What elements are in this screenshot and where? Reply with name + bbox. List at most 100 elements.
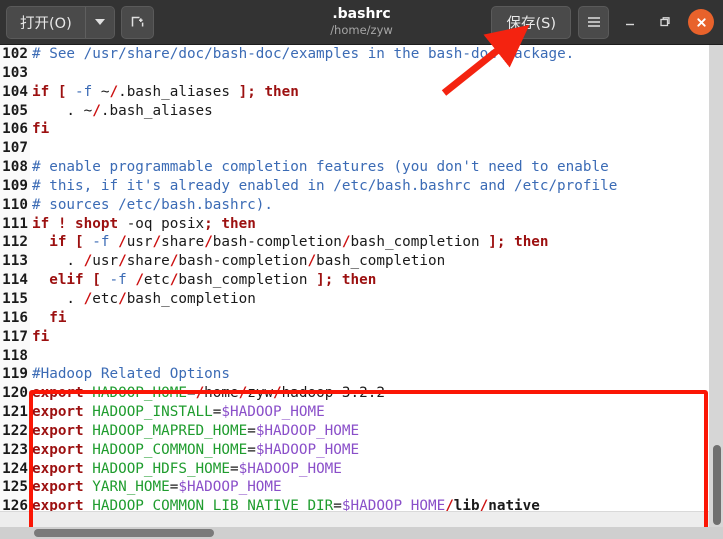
line-source[interactable]: . ~/.bash_aliases [30, 102, 212, 121]
line-source[interactable] [30, 139, 41, 158]
code-token: share [126, 253, 170, 270]
line-source[interactable]: fi [30, 328, 49, 347]
code-line[interactable]: 111 if ! shopt -oq posix; then [0, 214, 723, 234]
code-line[interactable]: 110 # sources /etc/bash.bashrc). [0, 195, 723, 215]
line-source[interactable] [30, 64, 41, 83]
line-source[interactable]: elif [ -f /etc/bash_completion ]; then [30, 271, 376, 290]
code-token: / [118, 253, 127, 270]
open-button-group[interactable]: 打开(O) [6, 5, 115, 39]
line-source[interactable]: # enable programmable completion feature… [30, 158, 609, 177]
code-line[interactable]: 119 #Hadoop Related Options [0, 365, 723, 385]
new-document-button[interactable] [120, 5, 154, 39]
code-token: [ [92, 272, 101, 289]
horizontal-scrollbar[interactable] [0, 527, 723, 539]
open-button[interactable]: 打开(O) [7, 6, 85, 38]
line-number: 115 [0, 289, 30, 309]
code-line[interactable]: 124 export HADOOP_HDFS_HOME=$HADOOP_HOME [0, 459, 723, 479]
line-source[interactable]: export HADOOP_HOME=/home/zyw/hadoop-3.2.… [30, 384, 385, 403]
line-number: 120 [0, 384, 30, 404]
open-recent-dropdown-button[interactable] [85, 6, 114, 38]
line-number: 113 [0, 252, 30, 272]
code-token: . [32, 290, 84, 307]
code-token: / [238, 385, 248, 402]
line-source[interactable]: # this, if it's already enabled in /etc/… [30, 177, 617, 196]
line-number: 111 [0, 214, 30, 234]
code-line[interactable]: 118 [0, 346, 723, 366]
code-line[interactable]: 112 if [ -f /usr/share/bash-completion/b… [0, 233, 723, 253]
code-token: -f [75, 83, 93, 100]
editor-bottom-margin [0, 511, 709, 527]
line-source[interactable]: export HADOOP_INSTALL=$HADOOP_HOME [30, 403, 325, 422]
line-source[interactable]: if [ -f ~/.bash_aliases ]; then [30, 83, 299, 102]
line-source[interactable] [30, 347, 41, 366]
line-number: 109 [0, 176, 30, 196]
source-code-view[interactable]: 102 # See /usr/share/doc/bash-doc/example… [0, 45, 723, 539]
code-line[interactable]: 125 export YARN_HOME=$HADOOP_HOME [0, 478, 723, 498]
minimize-button[interactable] [616, 8, 644, 36]
code-line[interactable]: 120 export HADOOP_HOME=/home/zyw/hadoop-3… [0, 384, 723, 404]
code-line[interactable]: 117 fi [0, 327, 723, 347]
text-editor-area[interactable]: 102 # See /usr/share/doc/bash-doc/example… [0, 45, 723, 539]
code-line[interactable]: 121 export HADOOP_INSTALL=$HADOOP_HOME [0, 403, 723, 422]
code-token: bash_completion [126, 290, 256, 307]
code-line[interactable]: 102 # See /usr/share/doc/bash-doc/example… [0, 45, 723, 64]
code-token: # See [32, 46, 84, 62]
line-number: 112 [0, 233, 30, 253]
code-token: / [83, 253, 93, 270]
code-token: share [161, 234, 205, 251]
line-number: 102 [0, 45, 30, 64]
code-token: HADOOP_MAPRED_HOME [92, 422, 248, 439]
code-token: / [273, 385, 282, 402]
save-button[interactable]: 保存(S) [491, 5, 571, 39]
code-token: ~ [92, 83, 110, 100]
code-token: if [32, 83, 50, 100]
line-source[interactable]: fi [30, 309, 66, 328]
code-line[interactable]: 105 . ~/.bash_aliases [0, 101, 723, 121]
code-line[interactable]: 103 [0, 63, 723, 83]
code-token: fi [49, 309, 67, 326]
code-line[interactable]: 104 if [ -f ~/.bash_aliases ]; then [0, 82, 723, 102]
line-source[interactable]: export HADOOP_COMMON_HOME=$HADOOP_HOME [30, 441, 359, 460]
code-token: $HADOOP_HOME [255, 441, 360, 458]
line-source[interactable]: fi [30, 120, 49, 139]
code-token: = [247, 441, 256, 458]
code-token: fi [32, 121, 50, 138]
code-token: / [92, 102, 101, 119]
code-line[interactable]: 108 # enable programmable completion feat… [0, 158, 723, 177]
code-line[interactable]: 114 elif [ -f /etc/bash_completion ]; th… [0, 271, 723, 290]
line-source[interactable]: export YARN_HOME=$HADOOP_HOME [30, 478, 282, 497]
code-line[interactable]: 122 export HADOOP_MAPRED_HOME=$HADOOP_HOM… [0, 421, 723, 441]
line-source[interactable]: # See /usr/share/doc/bash-doc/examples i… [30, 45, 574, 64]
code-line[interactable]: 115 . /etc/bash_completion [0, 289, 723, 309]
code-token: / [109, 83, 119, 100]
line-source[interactable]: export HADOOP_HDFS_HOME=$HADOOP_HOME [30, 460, 342, 479]
line-source[interactable]: # sources /etc/bash.bashrc). [30, 196, 273, 215]
line-source[interactable]: #Hadoop Related Options [30, 365, 230, 384]
horizontal-scrollbar-thumb[interactable] [34, 529, 214, 537]
close-button[interactable] [688, 9, 714, 35]
code-line[interactable]: 109 # this, if it's already enabled in /e… [0, 176, 723, 196]
main-menu-button[interactable] [578, 5, 609, 39]
code-token: HADOOP_HDFS_HOME [92, 460, 230, 477]
code-line[interactable]: 113 . /usr/share/bash-completion/bash_co… [0, 252, 723, 272]
code-token: / [195, 385, 205, 402]
code-token: export [32, 460, 84, 477]
code-line[interactable]: 123 export HADOOP_COMMON_HOME=$HADOOP_HOM… [0, 440, 723, 460]
line-source[interactable]: . /etc/bash_completion [30, 290, 256, 309]
maximize-button[interactable] [651, 8, 679, 36]
code-line[interactable]: 106 fi [0, 120, 723, 140]
line-source[interactable]: if [ -f /usr/share/bash-completion/bash_… [30, 233, 548, 252]
code-line[interactable]: 107 [0, 139, 723, 159]
code-token: etc [92, 290, 119, 307]
code-token: -f [109, 272, 127, 289]
line-source[interactable]: . /usr/share/bash-completion/bash_comple… [30, 252, 445, 271]
vertical-scrollbar-thumb[interactable] [713, 445, 721, 525]
code-token: zyw [247, 385, 274, 402]
code-token: then [264, 83, 299, 100]
code-line[interactable]: 116 fi [0, 308, 723, 328]
code-token: / [307, 253, 317, 270]
line-source[interactable]: if ! shopt -oq posix; then [30, 215, 256, 234]
line-source[interactable]: export HADOOP_MAPRED_HOME=$HADOOP_HOME [30, 422, 359, 441]
